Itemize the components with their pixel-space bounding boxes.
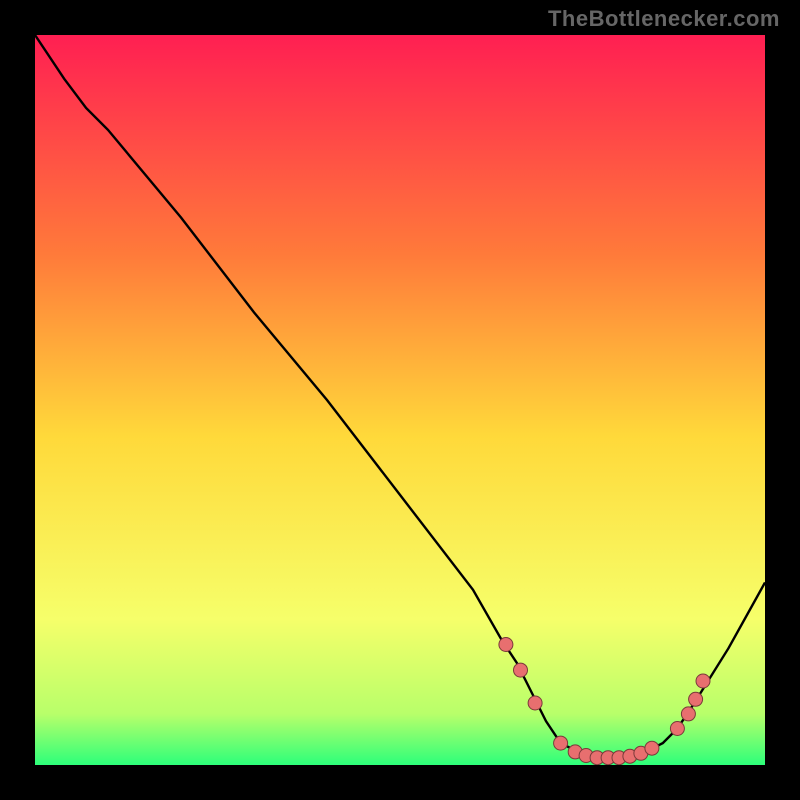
data-marker — [514, 663, 528, 677]
chart-svg — [35, 35, 765, 765]
data-marker — [528, 696, 542, 710]
data-marker — [689, 692, 703, 706]
data-marker — [499, 638, 513, 652]
plot-area — [35, 35, 765, 765]
data-marker — [554, 736, 568, 750]
data-marker — [681, 707, 695, 721]
data-marker — [645, 741, 659, 755]
data-marker — [670, 722, 684, 736]
chart-container: TheBottlenecker.com — [0, 0, 800, 800]
data-marker — [696, 674, 710, 688]
attribution-label: TheBottlenecker.com — [548, 6, 780, 32]
gradient-bg — [35, 35, 765, 765]
